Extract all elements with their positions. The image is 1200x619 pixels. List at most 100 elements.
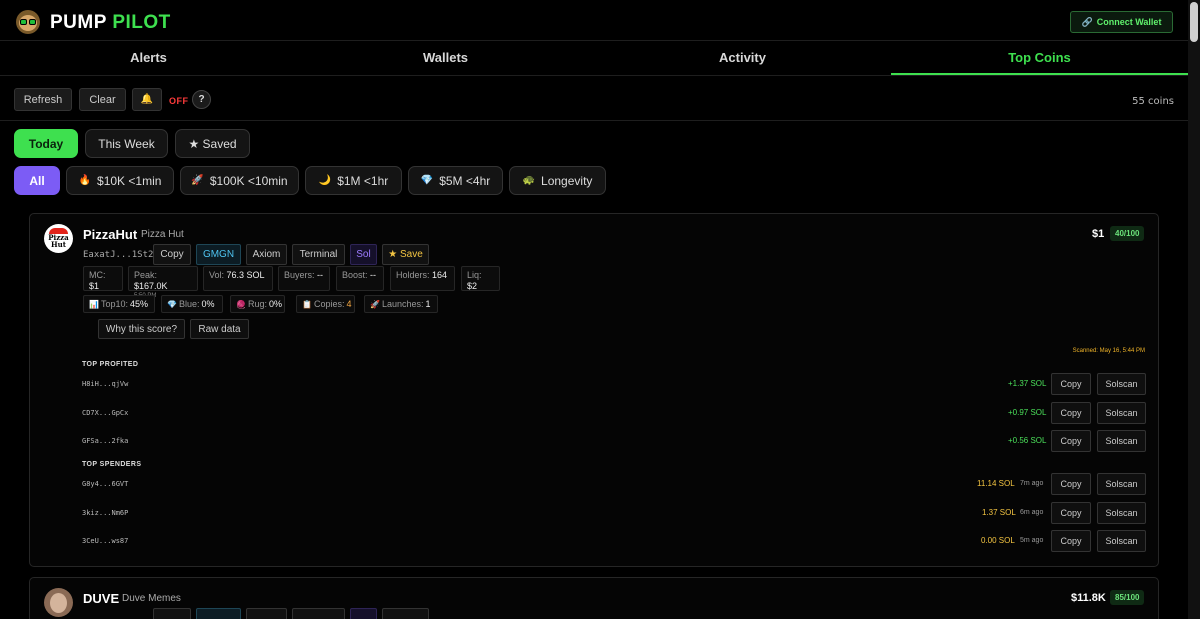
wallet-address: GFSa...2fka xyxy=(82,437,129,445)
copy-wallet-button[interactable]: Copy xyxy=(1051,473,1091,495)
filter-all-button[interactable]: All xyxy=(14,166,60,195)
solscan-button[interactable]: Solscan xyxy=(1097,430,1146,452)
coin-address: EaxatJ...1St2 xyxy=(83,250,154,260)
connect-wallet-button[interactable]: 🔗 Connect Wallet xyxy=(1070,11,1173,33)
brand-word-2: PILOT xyxy=(112,12,171,33)
coin-count: 55 coins xyxy=(1132,96,1174,107)
filter-1m-label: $1M <1hr xyxy=(337,173,389,188)
solscan-button[interactable]: Solscan xyxy=(1097,473,1146,495)
solscan-button[interactable]: Solscan xyxy=(1097,502,1146,524)
wallet-address: 3CeU...ws87 xyxy=(82,537,129,545)
app-logo-icon xyxy=(16,10,40,34)
top-spenders-title: TOP SPENDERS xyxy=(82,461,142,468)
toolbar: Refresh Clear 🔔 OFF ? 55 coins xyxy=(0,77,1188,121)
clear-button[interactable]: Clear xyxy=(79,88,126,111)
wallet-row: G8y4...6GVT 11.14 SOL 7m ago Copy Solsca… xyxy=(82,473,1146,495)
wallet-profit: +0.97 SOL xyxy=(1008,408,1047,417)
wallet-address: G8y4...6GVT xyxy=(82,480,129,488)
tab-alerts[interactable]: Alerts xyxy=(0,41,297,75)
filter-10k-label: $10K <1min xyxy=(97,173,162,188)
terminal-link[interactable]: Terminal xyxy=(292,244,345,265)
period-today-button[interactable]: Today xyxy=(14,129,78,158)
help-button[interactable]: ? xyxy=(192,90,211,109)
solscan-button[interactable]: Solscan xyxy=(1097,530,1146,552)
coin-symbol: PizzaHut xyxy=(83,227,138,242)
filter-10k-button[interactable]: 🔥 $10K <1min xyxy=(66,166,174,195)
wallet-time: 5m ago xyxy=(1020,537,1044,544)
solscan-button[interactable]: Solscan xyxy=(1097,373,1146,395)
gmgn-link[interactable] xyxy=(196,608,241,619)
refresh-button[interactable]: Refresh xyxy=(14,88,72,111)
wallet-row: GFSa...2fka +0.56 SOL Copy Solscan xyxy=(82,430,1146,452)
terminal-link[interactable] xyxy=(292,608,345,619)
moon-icon: 🌙 xyxy=(318,175,332,186)
wallet-row: 3CeU...ws87 0.00 SOL 5m ago Copy Solscan xyxy=(82,530,1146,552)
sol-link[interactable]: Sol xyxy=(350,244,377,265)
axiom-link[interactable] xyxy=(246,608,287,619)
stat-holders: Holders: 164 xyxy=(390,266,455,291)
period-saved-button[interactable]: ★ Saved xyxy=(175,129,250,158)
filter-all-label: All xyxy=(29,173,45,188)
wallet-row: CD7X...GpCx +0.97 SOL Copy Solscan xyxy=(82,402,1146,424)
score-badge: 85/100 xyxy=(1110,590,1145,605)
wallet-row: 3kiz...Nm6P 1.37 SOL 6m ago Copy Solscan xyxy=(82,502,1146,524)
copy-address-button[interactable] xyxy=(153,608,191,619)
scrollbar-thumb[interactable] xyxy=(1190,2,1198,42)
period-this-week-button[interactable]: This Week xyxy=(85,129,168,158)
wallet-address: H8iH...qjVw xyxy=(82,380,129,388)
solscan-button[interactable]: Solscan xyxy=(1097,402,1146,424)
copy-address-button[interactable]: Copy xyxy=(153,244,191,265)
stat-liquidity: Liq: $2 xyxy=(461,266,500,291)
wallet-row: H8iH...qjVw +1.37 SOL Copy Solscan xyxy=(82,373,1146,395)
stat-peak: Peak: $167.0K 5:50 PM xyxy=(128,266,198,299)
connect-wallet-label: Connect Wallet xyxy=(1096,17,1162,27)
chart-icon: 📊 xyxy=(89,299,99,309)
tab-wallets[interactable]: Wallets xyxy=(297,41,594,75)
bell-icon: 🔔 xyxy=(140,94,154,105)
stat-copies: 📋 Copies: 4 xyxy=(296,295,355,313)
copy-wallet-button[interactable]: Copy xyxy=(1051,430,1091,452)
sound-toggle-button[interactable]: 🔔 xyxy=(132,88,162,111)
raw-data-button[interactable]: Raw data xyxy=(190,319,249,339)
stat-buyers: Buyers: -- xyxy=(278,266,330,291)
stat-launches: 🚀 Launches: 1 xyxy=(364,295,438,313)
score-badge: 40/100 xyxy=(1110,226,1145,241)
rocket-icon: 🚀 xyxy=(191,175,204,186)
gmgn-link[interactable]: GMGN xyxy=(196,244,241,265)
save-coin-button[interactable]: ★ Save xyxy=(382,244,429,265)
wallet-time: 7m ago xyxy=(1020,480,1044,487)
rug-icon: 🧶 xyxy=(236,299,246,309)
top-profited-title: TOP PROFITED xyxy=(82,361,139,368)
coin-card: DUVE Duve Memes $11.8K 85/100 xyxy=(29,577,1159,619)
why-score-button[interactable]: Why this score? xyxy=(98,319,185,339)
scanned-timestamp: Scanned: May 16, 5:44 PM xyxy=(1072,348,1145,354)
page-scrollbar[interactable] xyxy=(1188,0,1200,619)
launch-rocket-icon: 🚀 xyxy=(370,299,380,309)
stat-volume: Vol: 76.3 SOL xyxy=(203,266,273,291)
coin-logo: Pizza Hut xyxy=(44,224,73,253)
turtle-icon: 🐢 xyxy=(522,175,536,186)
filter-100k-button[interactable]: 🚀 $100K <10min xyxy=(180,166,299,195)
filter-5m-button[interactable]: 💎 $5M <4hr xyxy=(408,166,503,195)
coin-name: Duve Memes xyxy=(122,593,181,604)
copy-wallet-button[interactable]: Copy xyxy=(1051,530,1091,552)
copy-wallet-button[interactable]: Copy xyxy=(1051,402,1091,424)
copy-wallet-button[interactable]: Copy xyxy=(1051,502,1091,524)
coin-name: Pizza Hut xyxy=(141,229,184,240)
link-icon: 🔗 xyxy=(1081,16,1093,27)
axiom-link[interactable]: Axiom xyxy=(246,244,287,265)
save-coin-button[interactable] xyxy=(382,608,429,619)
wallet-spend: 1.37 SOL xyxy=(982,508,1016,517)
stat-rug: 🧶 Rug: 0% xyxy=(230,295,285,313)
main-tabs: Alerts Wallets Activity Top Coins xyxy=(0,41,1188,76)
sol-link[interactable] xyxy=(350,608,377,619)
tab-activity[interactable]: Activity xyxy=(594,41,891,75)
fire-icon: 🔥 xyxy=(78,175,92,186)
wallet-profit: +0.56 SOL xyxy=(1008,436,1047,445)
filter-1m-button[interactable]: 🌙 $1M <1hr xyxy=(305,166,402,195)
brand-word-1: PUMP xyxy=(50,12,107,33)
tab-top-coins[interactable]: Top Coins xyxy=(891,41,1188,75)
filter-longevity-button[interactable]: 🐢 Longevity xyxy=(509,166,606,195)
copy-wallet-button[interactable]: Copy xyxy=(1051,373,1091,395)
coin-logo xyxy=(44,588,73,617)
